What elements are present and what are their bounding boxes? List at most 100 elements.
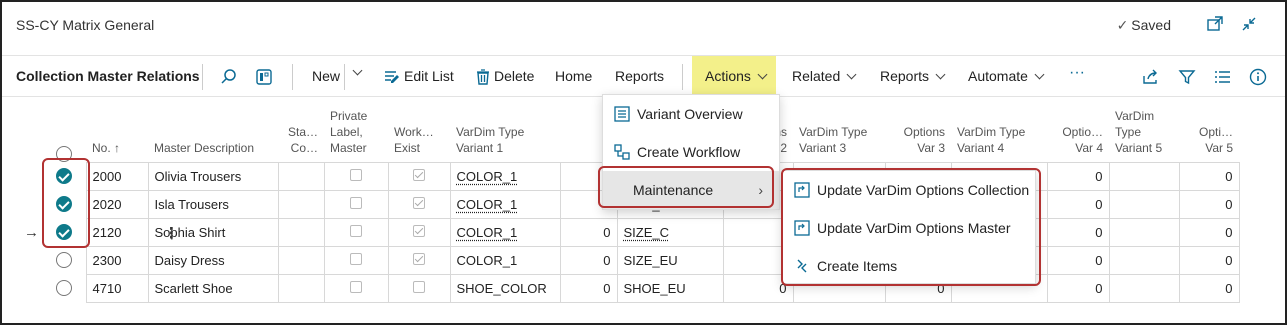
cell-no[interactable]: 2300 bbox=[85, 245, 149, 275]
menu-item-maintenance[interactable]: Maintenance › bbox=[603, 171, 779, 209]
cell-workflow-exist[interactable] bbox=[387, 245, 451, 275]
cell-no[interactable]: 2120 bbox=[85, 217, 149, 247]
cell-workflow-exist[interactable] bbox=[387, 217, 451, 247]
private-label-checkbox[interactable] bbox=[350, 168, 362, 181]
cell-workflow-exist[interactable] bbox=[387, 161, 451, 191]
menu-item-create-items[interactable]: Create Items bbox=[783, 247, 1035, 285]
cell-options-var-4[interactable]: 0 bbox=[1046, 217, 1110, 247]
cell-status[interactable] bbox=[277, 273, 325, 303]
column-header-vardim-type-variant-5[interactable]: VarDim Type Variant 5 bbox=[1109, 104, 1179, 162]
row-actions-icon[interactable]: ⋮ bbox=[164, 224, 179, 242]
column-header-options-var-3[interactable]: Options Var 3 bbox=[885, 104, 951, 162]
cell-vardim-type-variant-5[interactable] bbox=[1108, 161, 1180, 191]
cell-master-description[interactable]: Daisy Dress bbox=[147, 245, 279, 275]
reports-menu[interactable]: Reports bbox=[615, 68, 664, 84]
row-select-radio[interactable] bbox=[55, 196, 72, 213]
row-select-checkbox[interactable] bbox=[42, 246, 86, 274]
column-header-vardim-type-variant-3[interactable]: VarDim Type Variant 3 bbox=[793, 104, 885, 162]
row-select-checkbox[interactable] bbox=[42, 190, 86, 218]
row-select-radio[interactable] bbox=[55, 224, 72, 241]
cell-options-var-5[interactable]: 0 bbox=[1178, 161, 1240, 191]
row-select-checkbox[interactable] bbox=[42, 162, 86, 190]
new-button[interactable]: New bbox=[312, 68, 340, 84]
list-view-icon[interactable] bbox=[1213, 67, 1233, 87]
menu-item-update-vardim-options-collection[interactable]: Update VarDim Options Collection bbox=[783, 171, 1035, 209]
cell-workflow-exist[interactable] bbox=[387, 189, 451, 219]
delete-button[interactable]: Delete bbox=[494, 68, 534, 84]
cell-options-var-5[interactable]: 0 bbox=[1178, 245, 1240, 275]
private-label-checkbox[interactable] bbox=[350, 280, 362, 293]
menu-item-create-workflow[interactable]: Create Workflow bbox=[603, 133, 779, 171]
column-header-private-label[interactable]: Private Label, Master bbox=[324, 104, 388, 162]
column-header-vardim-type-variant-4[interactable]: VarDim Type Variant 4 bbox=[951, 104, 1047, 162]
cell-options-var-4[interactable]: 0 bbox=[1046, 189, 1110, 219]
more-options-button[interactable]: ··· bbox=[1069, 64, 1085, 82]
column-header-vardim-type-variant-1[interactable]: VarDim Type Variant 1 bbox=[450, 104, 560, 162]
column-header-master-description[interactable]: Master Description bbox=[148, 104, 278, 162]
private-label-checkbox[interactable] bbox=[350, 252, 362, 265]
cell-private-label[interactable] bbox=[323, 161, 389, 191]
related-menu[interactable]: Related bbox=[792, 68, 857, 84]
collapse-icon[interactable] bbox=[1239, 14, 1259, 34]
cell-status[interactable] bbox=[277, 245, 325, 275]
table-row[interactable]: 2120 Sophia Shirt COLOR_1 0 SIZE_C 0 0 bbox=[42, 217, 1240, 247]
new-dropdown-button[interactable] bbox=[346, 64, 363, 80]
edit-list-button[interactable]: Edit List bbox=[404, 68, 454, 84]
share-icon[interactable] bbox=[1140, 67, 1160, 87]
menu-item-update-vardim-options-master[interactable]: Update VarDim Options Master bbox=[783, 209, 1035, 247]
row-select-checkbox[interactable] bbox=[42, 218, 86, 246]
cell-options-var-5[interactable]: 0 bbox=[1178, 217, 1240, 247]
cell-private-label[interactable] bbox=[323, 245, 389, 275]
cell-vardim-type-variant-1[interactable]: SHOE_COLOR bbox=[449, 273, 561, 303]
cell-vardim-type-variant-5[interactable] bbox=[1108, 273, 1180, 303]
cell-vardim-type-variant-2[interactable]: SIZE_EU bbox=[616, 245, 724, 275]
column-header-options-var-5[interactable]: Opti… Var 5 bbox=[1179, 104, 1239, 162]
cell-status[interactable] bbox=[277, 161, 325, 191]
search-icon[interactable] bbox=[219, 67, 239, 87]
cell-vardim-type-variant-5[interactable] bbox=[1108, 189, 1180, 219]
cell-vardim-type-variant-1[interactable]: COLOR_1 bbox=[449, 217, 561, 247]
cell-vardim-type-variant-2[interactable]: SIZE_C bbox=[616, 217, 724, 247]
info-icon[interactable] bbox=[1248, 67, 1268, 87]
cell-options-var-4[interactable]: 0 bbox=[1046, 273, 1110, 303]
automate-menu[interactable]: Automate bbox=[968, 68, 1045, 84]
cell-vardim-type-variant-1[interactable]: COLOR_1 bbox=[449, 245, 561, 275]
table-row[interactable]: 4710 Scarlett Shoe SHOE_COLOR 0 SHOE_EU 0 0 0 0 bbox=[42, 273, 1240, 303]
cell-no[interactable]: 4710 bbox=[85, 273, 149, 303]
cell-vardim-type-variant-2[interactable]: SHOE_EU bbox=[616, 273, 724, 303]
select-all-checkbox[interactable] bbox=[56, 146, 72, 162]
cell-no[interactable]: 2020 bbox=[85, 189, 149, 219]
cell-no[interactable]: 2000 bbox=[85, 161, 149, 191]
cell-vardim-type-variant-5[interactable] bbox=[1108, 245, 1180, 275]
home-menu[interactable]: Home bbox=[555, 68, 592, 84]
cell-options-var-1[interactable]: 0 bbox=[559, 217, 618, 247]
table-row[interactable]: 2300 Daisy Dress COLOR_1 0 SIZE_EU 0 0 bbox=[42, 245, 1240, 275]
cell-vardim-type-variant-1[interactable]: COLOR_1 bbox=[449, 189, 561, 219]
column-header-no[interactable]: No. ↑ bbox=[86, 104, 148, 162]
cell-vardim-type-variant-1[interactable]: COLOR_1 bbox=[449, 161, 561, 191]
cell-master-description[interactable]: Scarlett Shoe bbox=[147, 273, 279, 303]
cell-private-label[interactable] bbox=[323, 189, 389, 219]
column-header-status[interactable]: Sta… Co… bbox=[278, 104, 324, 162]
actions-menu-label[interactable]: Actions bbox=[705, 68, 768, 84]
cell-vardim-type-variant-5[interactable] bbox=[1108, 217, 1180, 247]
cell-options-var-5[interactable]: 0 bbox=[1178, 189, 1240, 219]
cell-status[interactable] bbox=[277, 189, 325, 219]
cell-private-label[interactable] bbox=[323, 273, 389, 303]
row-select-radio[interactable] bbox=[55, 168, 72, 185]
cell-status[interactable] bbox=[277, 217, 325, 247]
cell-options-var-4[interactable]: 0 bbox=[1046, 161, 1110, 191]
private-label-checkbox[interactable] bbox=[350, 196, 362, 209]
open-in-new-window-icon[interactable] bbox=[1205, 14, 1225, 34]
column-header-workflow-exist[interactable]: Work… Exist bbox=[388, 104, 450, 162]
column-header-options-var-4[interactable]: Optio… Var 4 bbox=[1047, 104, 1109, 162]
cell-private-label[interactable] bbox=[323, 217, 389, 247]
filter-icon[interactable] bbox=[1177, 67, 1197, 87]
filter-pane-icon[interactable] bbox=[254, 67, 274, 87]
cell-master-description[interactable]: Olivia Trousers bbox=[147, 161, 279, 191]
menu-item-variant-overview[interactable]: Variant Overview bbox=[603, 95, 779, 133]
cell-options-var-1[interactable]: 0 bbox=[559, 245, 618, 275]
cell-options-var-5[interactable]: 0 bbox=[1178, 273, 1240, 303]
cell-options-var-1[interactable]: 0 bbox=[559, 273, 618, 303]
cell-workflow-exist[interactable] bbox=[387, 273, 451, 303]
